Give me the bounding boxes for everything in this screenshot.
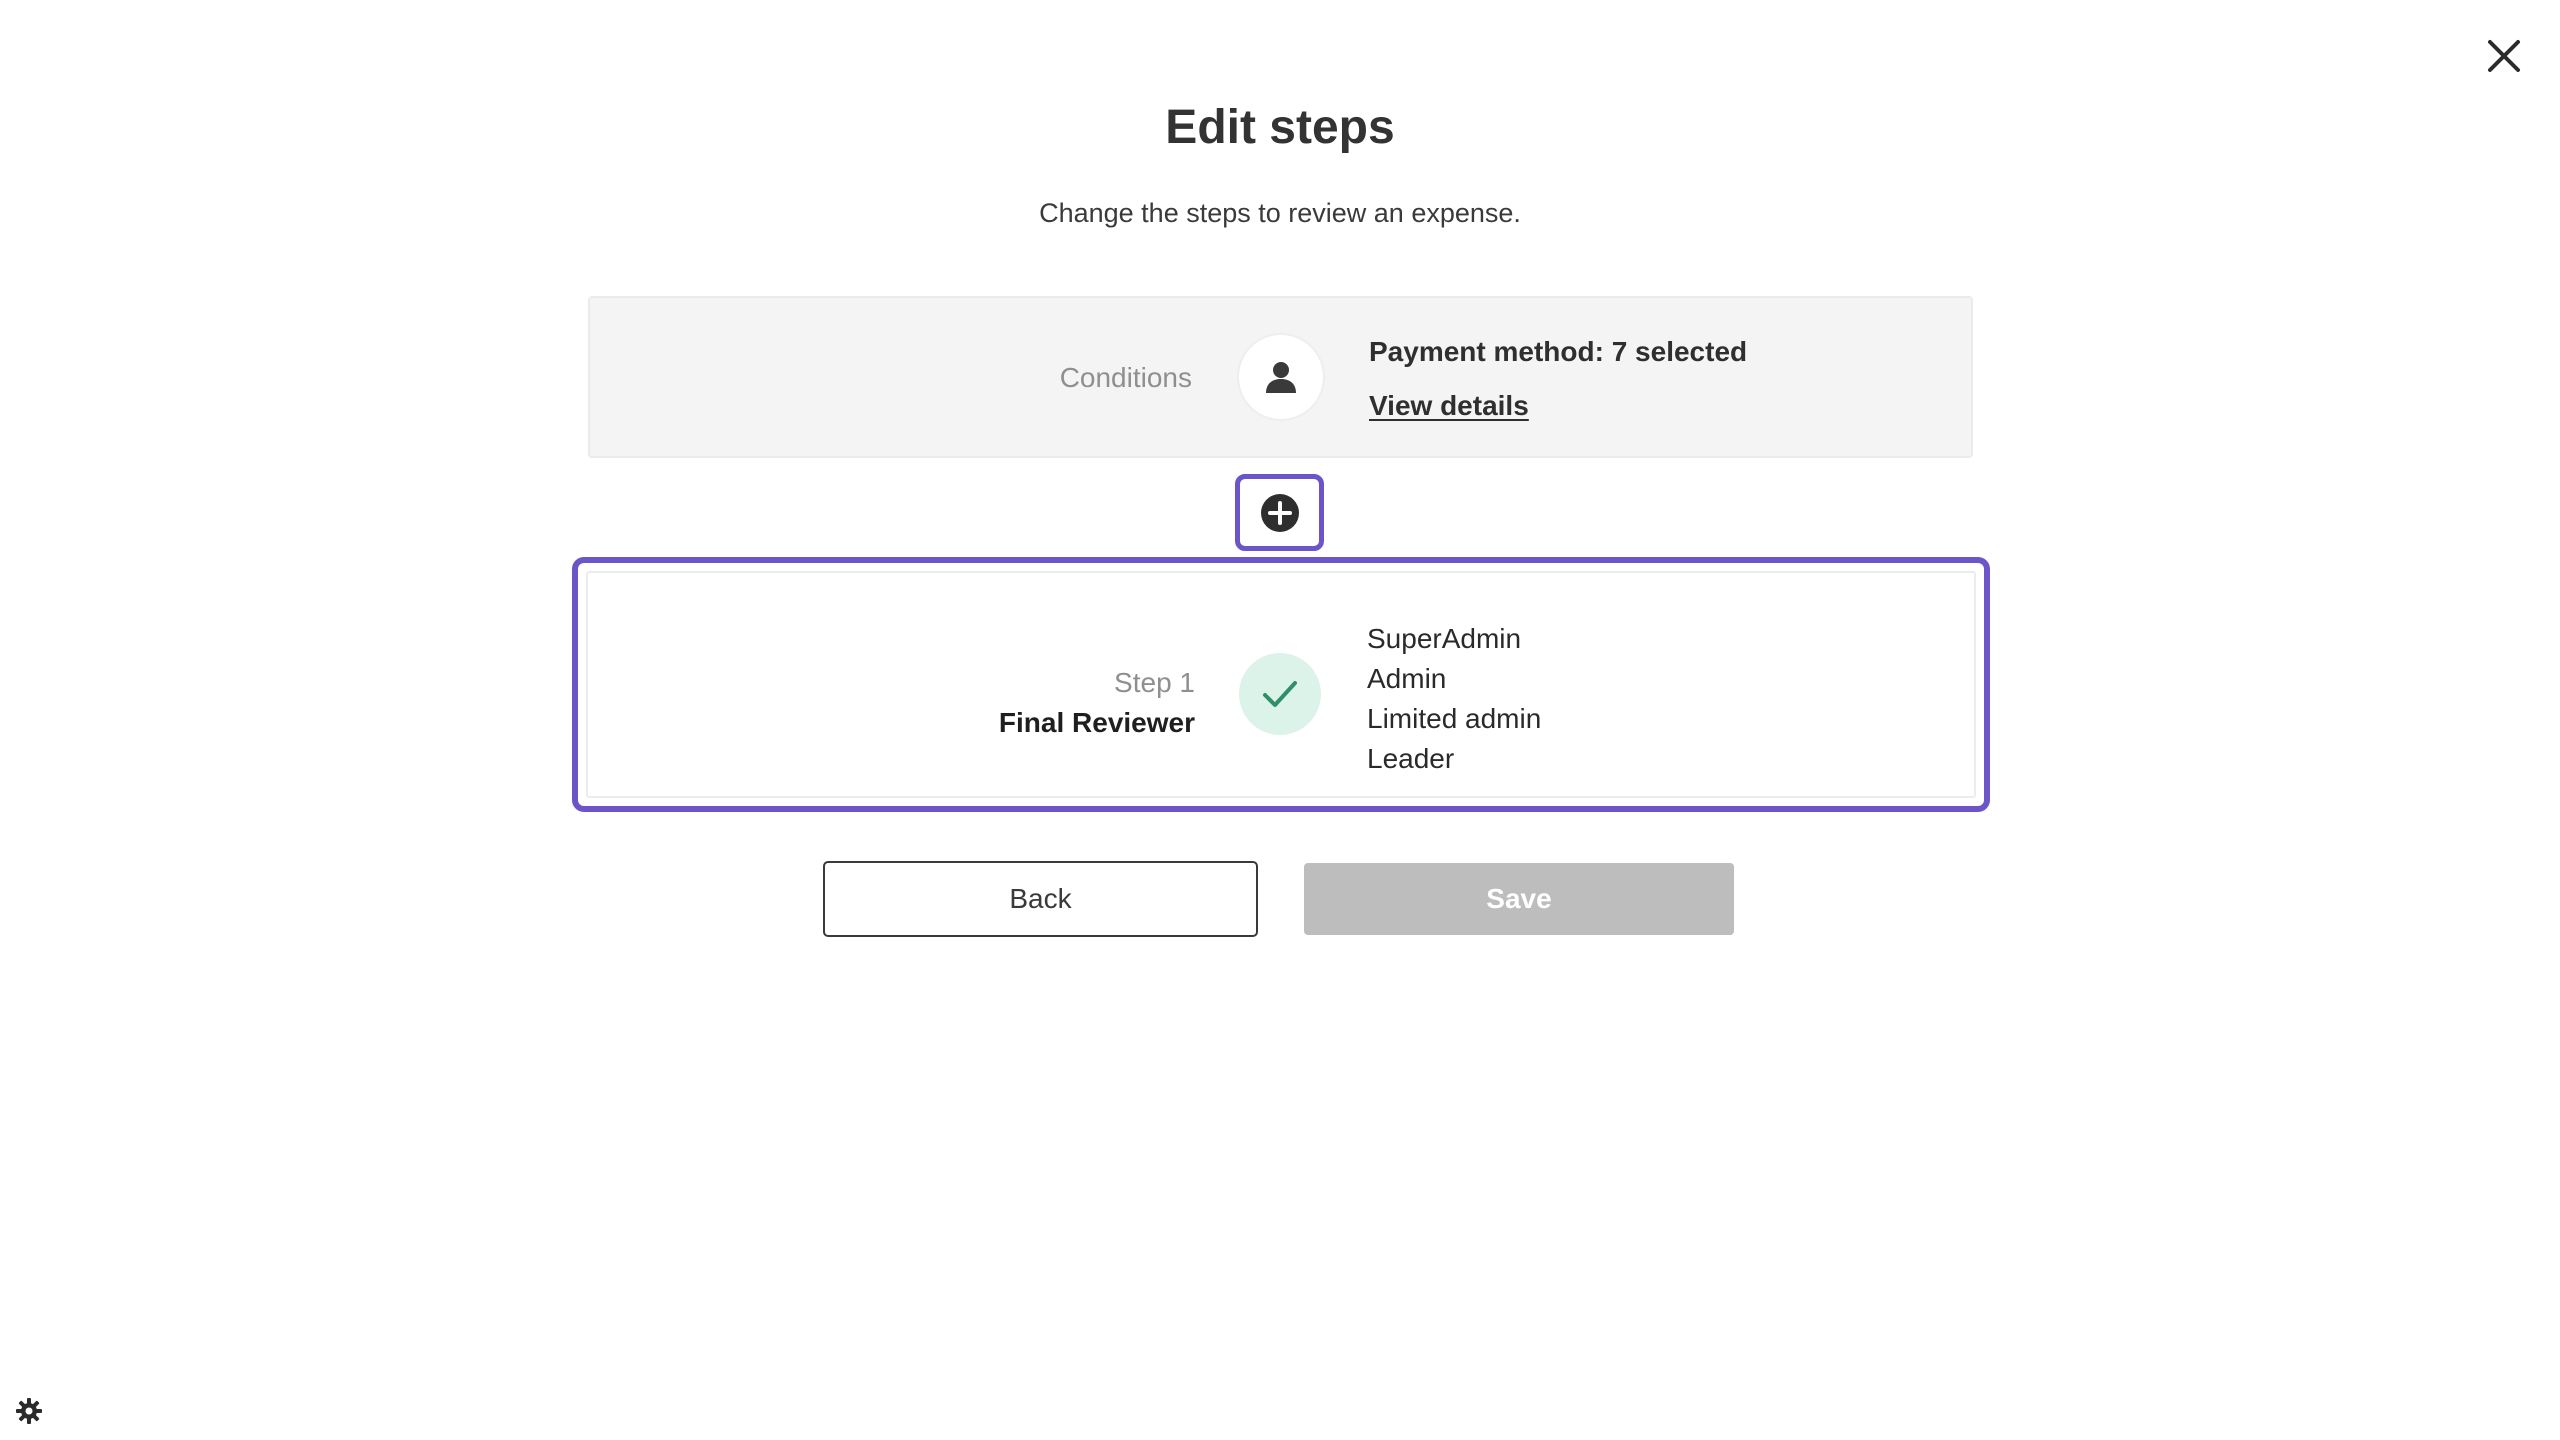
role-item: Limited admin xyxy=(1367,703,1542,734)
check-icon xyxy=(1263,681,1297,707)
close-icon xyxy=(2488,40,2520,72)
role-item: Leader xyxy=(1367,743,1455,774)
role-item: SuperAdmin xyxy=(1367,623,1522,654)
step-name: Final Reviewer xyxy=(998,707,1195,738)
person-icon xyxy=(1266,362,1296,393)
add-step-button[interactable] xyxy=(1235,474,1324,551)
save-button[interactable]: Save xyxy=(1304,863,1734,935)
step-number: Step 1 xyxy=(1114,667,1195,698)
back-button[interactable]: Back xyxy=(823,861,1258,937)
role-item: Admin xyxy=(1367,663,1447,694)
step-card[interactable]: Step 1 Final Reviewer SuperAdmin Admin L… xyxy=(586,571,1976,798)
step-status-badge xyxy=(1239,653,1321,735)
step-card-selected-outline: Step 1 Final Reviewer SuperAdmin Admin L… xyxy=(572,557,1990,812)
close-button[interactable] xyxy=(2484,36,2524,76)
step-label: Step 1 Final Reviewer xyxy=(999,663,1195,743)
conditions-summary: Payment method: 7 selected xyxy=(1369,336,1748,367)
edit-steps-dialog: Edit steps Change the steps to review an… xyxy=(0,0,2560,1440)
plus-circle-icon xyxy=(1260,493,1299,532)
gear-icon xyxy=(16,1398,42,1424)
view-details-link[interactable]: View details xyxy=(1369,390,1529,422)
conditions-avatar xyxy=(1237,333,1325,421)
page-title: Edit steps xyxy=(1165,101,1395,154)
settings-button[interactable] xyxy=(14,1396,44,1426)
conditions-card: Conditions Payment method: 7 selected Vi… xyxy=(588,296,1973,458)
page-subtitle: Change the steps to review an expense. xyxy=(1039,198,1521,228)
step-role-list: SuperAdmin Admin Limited admin Leader xyxy=(1367,619,1541,779)
conditions-label: Conditions xyxy=(1059,362,1192,393)
